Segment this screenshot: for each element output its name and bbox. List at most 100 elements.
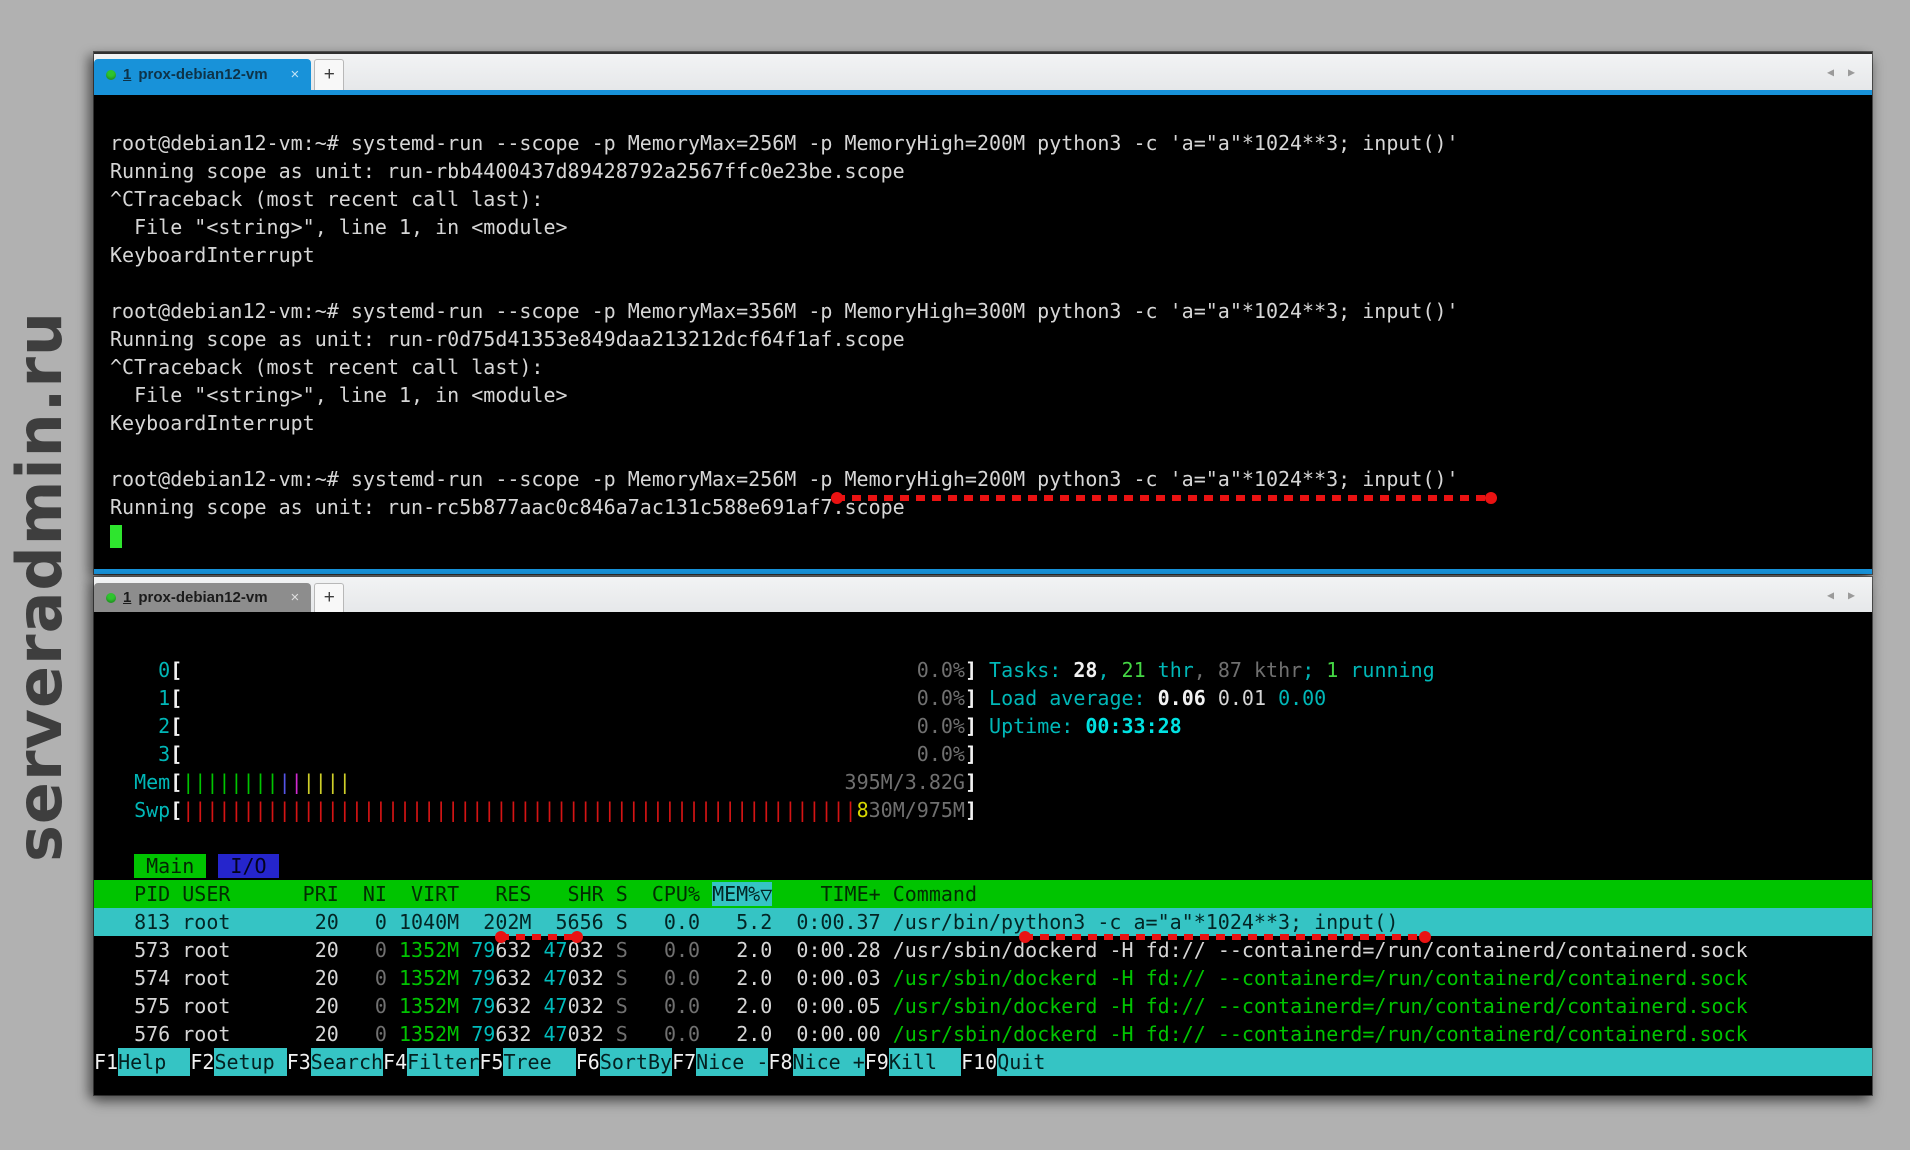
fkey-action-quit[interactable]: Quit [997, 1048, 1069, 1076]
summary-segment: running [1338, 658, 1434, 682]
text-segment [351, 770, 845, 794]
text-segment [110, 854, 134, 878]
process-cell: 632 [495, 966, 543, 990]
new-tab-button[interactable]: + [314, 59, 344, 90]
process-cell: 0:00.28 [784, 938, 892, 962]
tab-prox-debian12-vm[interactable]: 1 prox-debian12-vm × [94, 59, 311, 90]
close-tab-icon[interactable]: × [291, 67, 300, 82]
column-header: TIME+ Command [772, 882, 977, 906]
tab-prox-debian12-vm-2[interactable]: 1 prox-debian12-vm × [94, 583, 311, 612]
cpu-meter-value: 0.0% [917, 658, 965, 682]
text-segment [110, 770, 134, 794]
terminal-line: root@debian12-vm:~# systemd-run --scope … [94, 465, 1872, 493]
text-segment [110, 658, 158, 682]
process-cell: 1352M [399, 938, 471, 962]
process-row-selected[interactable]: 813 root 20 0 1040M 202M 5656 S 0.0 5.2 … [94, 908, 1872, 936]
text-segment: ] [965, 714, 989, 738]
terminal-window-bottom: 1 prox-debian12-vm × + ◂ ▸ 0[ 0.0%] Task… [94, 577, 1872, 1095]
process-cell: /usr/sbin/dockerd -H fd:// --containerd=… [893, 966, 1748, 990]
cpu-meter-label: 2 [158, 714, 170, 738]
process-cell: 032 [568, 1022, 616, 1046]
htop-screen[interactable]: 0[ 0.0%] Tasks: 28, 21 thr, 87 kthr; 1 r… [94, 612, 1872, 1095]
annotation-underline-res-202m [500, 934, 578, 940]
text-segment: [ [170, 770, 182, 794]
cpu-meter-0: 0[ 0.0%] Tasks: 28, 21 thr, 87 kthr; 1 r… [94, 656, 1872, 684]
process-cell: 0 [351, 1022, 399, 1046]
session-active-dot-icon [106, 593, 116, 603]
process-cell: 0 [351, 966, 399, 990]
fkey-action-nice[interactable]: Nice - [696, 1048, 768, 1076]
fkey-action-setup[interactable]: Setup [214, 1048, 286, 1076]
text-segment: ] [965, 770, 977, 794]
text-segment [182, 686, 917, 710]
process-cell: 032 [568, 966, 616, 990]
text-segment [182, 658, 917, 682]
process-cell: 1352M [399, 1022, 471, 1046]
desktop: serveradmin.ru 1 prox-debian12-vm × + ◂ … [0, 0, 1910, 1150]
terminal-line: File "<string>", line 1, in <module> [94, 381, 1872, 409]
text-segment: [ [170, 686, 182, 710]
close-tab-icon[interactable]: × [291, 590, 300, 605]
swp-meter-label: Swp [134, 798, 170, 822]
column-header: MEM%▽ [712, 882, 772, 906]
summary-segment: Tasks: [989, 658, 1073, 682]
process-row[interactable]: 575 root 20 0 1352M 79632 47032 S 0.0 2.… [94, 992, 1872, 1020]
process-cell: 632 [495, 994, 543, 1018]
htop-tab-main[interactable]: Main [134, 854, 206, 878]
process-cell: 47 [544, 938, 568, 962]
process-row[interactable]: 574 root 20 0 1352M 79632 47032 S 0.0 2.… [94, 964, 1872, 992]
text-segment: ] [965, 658, 989, 682]
process-cell: 2.0 [712, 1022, 784, 1046]
mem-bar-magenta: | [291, 770, 303, 794]
process-row[interactable]: 573 root 20 0 1352M 79632 47032 S 0.0 2.… [94, 936, 1872, 964]
fkey-action-help[interactable]: Help [118, 1048, 190, 1076]
process-cell: 47 [544, 966, 568, 990]
new-tab-button[interactable]: + [314, 583, 344, 612]
window-bottom-border [94, 569, 1872, 574]
process-cell: 0:00.05 [784, 994, 892, 1018]
mem-meter: Mem[|||||||||||||| 395M/3.82G] [94, 768, 1872, 796]
process-cell: 1352M [399, 994, 471, 1018]
text-segment [110, 686, 158, 710]
process-cell: 1352M [399, 966, 471, 990]
tab-scroll-arrows-icon[interactable]: ◂ ▸ [1827, 64, 1860, 81]
process-cell: 574 root 20 [110, 966, 351, 990]
tab-scroll-arrows-icon[interactable]: ◂ ▸ [1827, 586, 1860, 603]
process-cell: 032 [568, 994, 616, 1018]
cpu-meter-2: 2[ 0.0%] Uptime: 00:33:28 [94, 712, 1872, 740]
tab-title: prox-debian12-vm [138, 589, 267, 606]
htop-tabs: Main I/O [94, 852, 1872, 880]
fkey-action-search[interactable]: Search [311, 1048, 383, 1076]
fkey-action-filter[interactable]: Filter [407, 1048, 479, 1076]
fkey-action-nice[interactable]: Nice + [793, 1048, 865, 1076]
summary-segment: , [1194, 658, 1218, 682]
terminal-line: File "<string>", line 1, in <module> [94, 213, 1872, 241]
process-cell: 2.0 [712, 938, 784, 962]
summary-segment: 21 [1122, 658, 1146, 682]
process-cell: 632 [495, 1022, 543, 1046]
process-cell: 2.0 [712, 994, 784, 1018]
text-segment: [ [170, 798, 182, 822]
column-header: PID USER PRI NI VIRT RES SHR S CPU% [110, 882, 712, 906]
fkey-action-sortby[interactable]: SortBy [600, 1048, 672, 1076]
session-active-dot-icon [106, 70, 116, 80]
fkey-action-kill[interactable]: Kill [889, 1048, 961, 1076]
fkey-f5: F5 [479, 1048, 503, 1076]
summary-segment: 0.01 [1218, 686, 1278, 710]
terminal-line: KeyboardInterrupt [94, 409, 1872, 437]
process-cell: 79 [471, 994, 495, 1018]
fkey-bar-fill [1069, 1048, 1872, 1076]
process-cell: 2.0 [712, 966, 784, 990]
htop-tab-io[interactable]: I/O [218, 854, 278, 878]
terminal-output-top[interactable]: root@debian12-vm:~# systemd-run --scope … [94, 95, 1872, 569]
summary-segment: , [1097, 658, 1121, 682]
watermark: serveradmin.ru [2, 308, 78, 864]
process-cell: 79 [471, 938, 495, 962]
fkey-f9: F9 [865, 1048, 889, 1076]
process-row[interactable]: 576 root 20 0 1352M 79632 47032 S 0.0 2.… [94, 1020, 1872, 1048]
fkey-f1: F1 [94, 1048, 118, 1076]
cpu-meter-value: 0.0% [917, 714, 965, 738]
process-table-header[interactable]: PID USER PRI NI VIRT RES SHR S CPU% MEM%… [94, 880, 1872, 908]
terminal-line: ^CTraceback (most recent call last): [94, 185, 1872, 213]
fkey-action-tree[interactable]: Tree [503, 1048, 575, 1076]
